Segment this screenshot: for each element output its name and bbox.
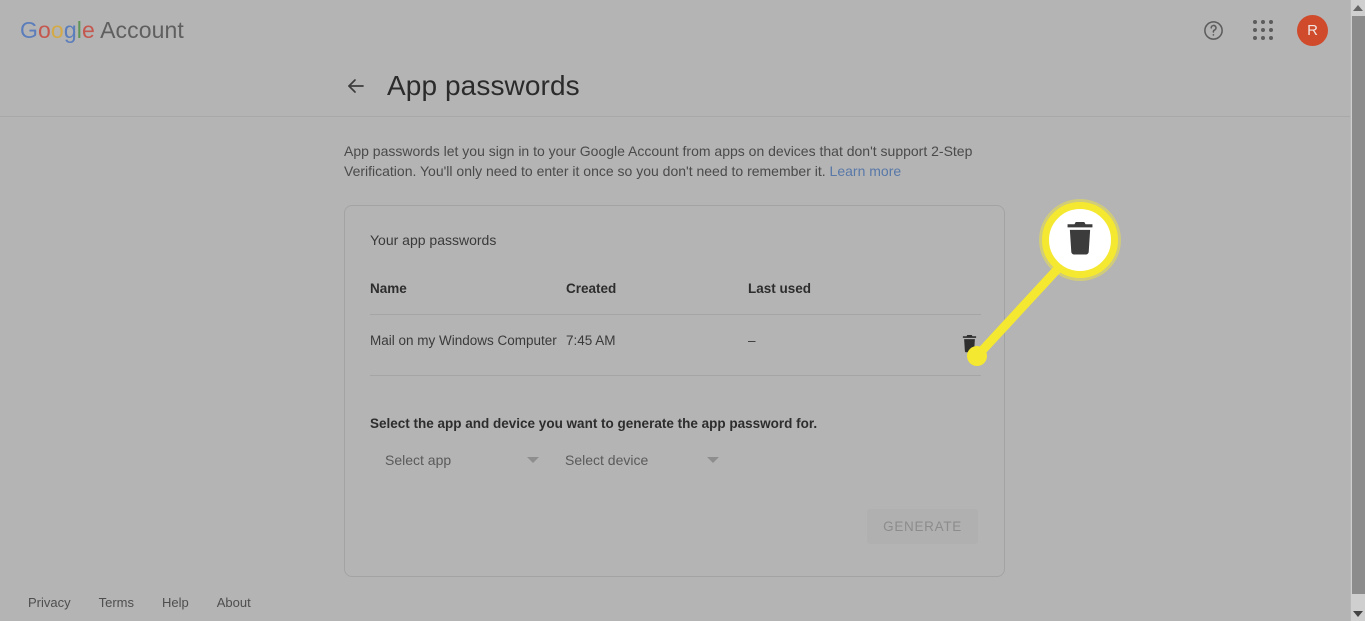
- footer-link-help[interactable]: Help: [162, 595, 189, 610]
- column-header-actions: [938, 281, 981, 315]
- brand-word: Account: [94, 17, 184, 43]
- learn-more-link[interactable]: Learn more: [830, 163, 902, 179]
- app-passwords-table: Name Created Last used Mail on my Window…: [370, 281, 981, 376]
- help-circle-icon[interactable]: [1197, 14, 1229, 46]
- footer-link-privacy[interactable]: Privacy: [28, 595, 71, 610]
- chevron-down-icon: [707, 457, 719, 463]
- footer-link-terms[interactable]: Terms: [99, 595, 134, 610]
- select-device-dropdown[interactable]: Select device: [565, 452, 741, 468]
- select-controls: Select app Select device: [385, 452, 741, 468]
- cell-name: Mail on my Windows Computer: [370, 333, 557, 348]
- table-body: Mail on my Windows Computer 7:45 AM –: [370, 314, 981, 376]
- description-text: App passwords let you sign in to your Go…: [344, 141, 1004, 181]
- table-row: Mail on my Windows Computer 7:45 AM –: [370, 314, 981, 376]
- table-header: Name Created Last used: [370, 281, 981, 315]
- cell-delete-action: [938, 315, 981, 376]
- apps-grid-dots: [1253, 20, 1273, 40]
- google-account-logo[interactable]: Google Account: [20, 17, 184, 44]
- page-title: App passwords: [387, 70, 580, 101]
- apps-grid-icon[interactable]: [1247, 14, 1279, 46]
- app-passwords-card: Your app passwords Name Created Last use…: [344, 205, 1005, 577]
- scroll-down-arrow-icon[interactable]: [1351, 606, 1365, 621]
- back-arrow-icon[interactable]: [344, 74, 368, 98]
- card-section-title: Your app passwords: [370, 232, 497, 248]
- cell-created: 7:45 AM: [566, 333, 616, 348]
- select-app-dropdown[interactable]: Select app: [385, 452, 561, 468]
- select-app-value: Select app: [385, 452, 452, 468]
- logo-letter-g: G: [20, 17, 38, 43]
- footer-link-about[interactable]: About: [217, 595, 251, 610]
- chevron-down-icon: [527, 457, 539, 463]
- logo-letter-o2: o: [50, 17, 64, 43]
- scrollbar-thumb[interactable]: [1352, 16, 1365, 594]
- column-header-name: Name: [370, 281, 407, 296]
- select-instruction-label: Select the app and device you want to ge…: [370, 416, 818, 431]
- footer-links: Privacy Terms Help About: [28, 595, 251, 610]
- page-title-row: App passwords: [344, 70, 580, 102]
- trash-icon[interactable]: [957, 331, 981, 355]
- vertical-scrollbar[interactable]: [1350, 0, 1365, 621]
- column-header-last-used: Last used: [748, 281, 812, 296]
- select-device-value: Select device: [565, 452, 649, 468]
- avatar[interactable]: R: [1297, 14, 1328, 46]
- column-header-created: Created: [566, 281, 617, 296]
- generate-button[interactable]: GENERATE: [867, 509, 978, 544]
- table-header-row: Name Created Last used: [370, 281, 981, 315]
- scroll-up-arrow-icon[interactable]: [1351, 0, 1365, 15]
- logo-letter-o1: o: [38, 17, 51, 43]
- logo-letter-e: e: [81, 17, 95, 43]
- page-container: Google Account R App passwords App passw…: [0, 0, 1350, 621]
- logo-letter-g2: g: [63, 17, 77, 43]
- top-header-bar: Google Account R App passwords: [0, 0, 1350, 117]
- header-actions: R: [1197, 14, 1328, 46]
- cell-last-used: –: [748, 333, 756, 348]
